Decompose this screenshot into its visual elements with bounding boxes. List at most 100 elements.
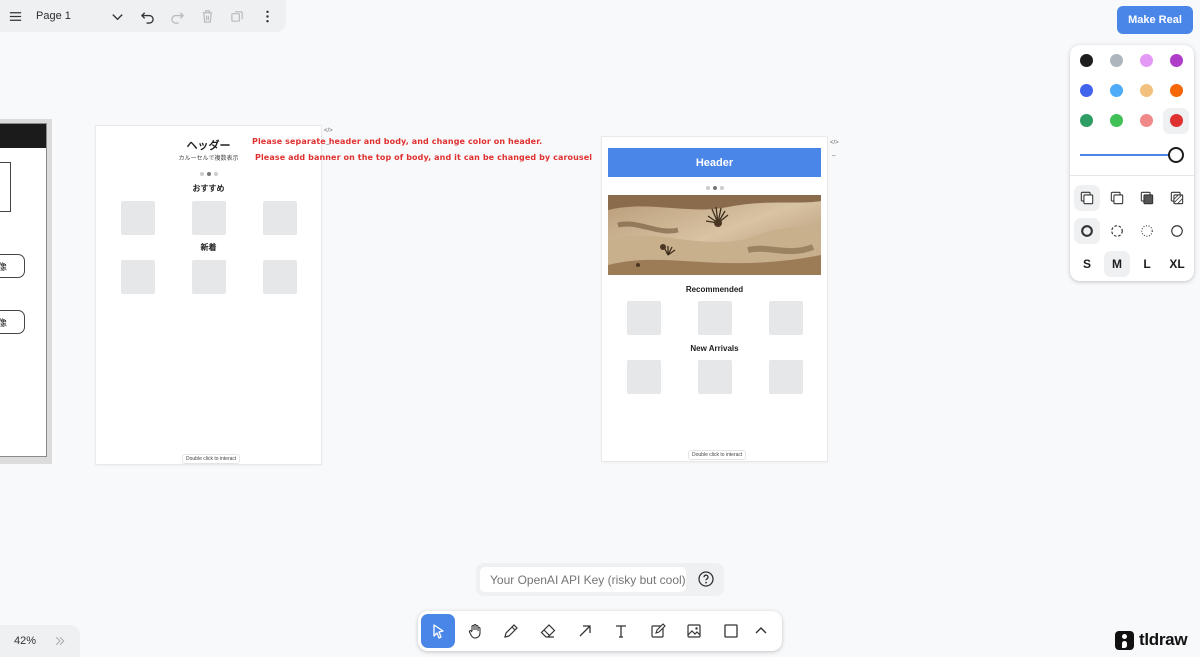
select-tool[interactable] bbox=[421, 614, 455, 648]
section-title: おすすめ bbox=[192, 184, 225, 193]
wireframe-card[interactable]: ヘッダー カルーセルで複数表示 おすすめ 新着 Double click to … bbox=[96, 126, 321, 464]
item-thumbnail bbox=[698, 360, 732, 394]
carousel-dot bbox=[214, 172, 218, 176]
item-thumbnail bbox=[627, 301, 661, 335]
page-menu-button[interactable] bbox=[102, 0, 132, 32]
main-menu-button[interactable] bbox=[0, 0, 30, 32]
more-vertical-icon bbox=[265, 10, 269, 22]
left-frame-box bbox=[0, 162, 11, 212]
delete-button[interactable] bbox=[192, 0, 222, 32]
trash-icon bbox=[202, 9, 212, 23]
left-frame-button: 像 bbox=[0, 254, 25, 278]
text-tool[interactable] bbox=[604, 614, 638, 648]
left-frame-button: 像 bbox=[0, 310, 25, 334]
link-icon[interactable]: ⇔ bbox=[831, 153, 837, 159]
zoom-level[interactable]: 42% bbox=[0, 635, 54, 647]
api-key-input[interactable] bbox=[480, 567, 686, 592]
size-xl-button[interactable]: XL bbox=[1164, 251, 1190, 277]
make-real-button[interactable]: Make Real bbox=[1117, 6, 1193, 34]
chevrons-right-icon[interactable] bbox=[54, 635, 66, 647]
fill-none-button[interactable] bbox=[1074, 185, 1100, 211]
section-title: New Arrivals bbox=[690, 344, 739, 353]
style-panel: S M L XL bbox=[1070, 45, 1194, 281]
page-name: Page 1 bbox=[36, 10, 71, 22]
double-click-hint: Double click to interact bbox=[182, 454, 241, 464]
code-icon[interactable]: </> bbox=[324, 128, 333, 134]
duplicate-button[interactable] bbox=[222, 0, 252, 32]
banner-image bbox=[608, 195, 821, 275]
dash-draw-icon bbox=[1081, 225, 1093, 237]
pencil-icon bbox=[504, 624, 518, 638]
hand-tool[interactable] bbox=[458, 614, 492, 648]
undo-button[interactable] bbox=[132, 0, 162, 32]
code-icon[interactable]: </> bbox=[830, 140, 839, 146]
hand-icon bbox=[468, 623, 481, 639]
dash-draw-button[interactable] bbox=[1074, 218, 1100, 244]
annotation-text[interactable]: Please separate header and body, and cha… bbox=[252, 137, 542, 146]
redo-button[interactable] bbox=[162, 0, 192, 32]
arrow-tool[interactable] bbox=[568, 614, 602, 648]
rectangle-tool[interactable] bbox=[714, 614, 748, 648]
fill-solid-button[interactable] bbox=[1134, 185, 1160, 211]
carousel-dots bbox=[706, 186, 724, 190]
color-swatch[interactable] bbox=[1080, 84, 1093, 97]
fill-solid-icon bbox=[1140, 191, 1154, 205]
carousel-dots bbox=[200, 172, 218, 176]
color-swatch[interactable] bbox=[1170, 84, 1183, 97]
color-swatch[interactable] bbox=[1170, 54, 1183, 67]
api-key-bar bbox=[476, 563, 724, 596]
item-thumbnail bbox=[192, 201, 226, 235]
dash-solid-button[interactable] bbox=[1164, 218, 1190, 244]
dash-dotted-icon bbox=[1141, 225, 1153, 237]
dash-dotted-button[interactable] bbox=[1134, 218, 1160, 244]
help-icon[interactable] bbox=[698, 571, 714, 587]
image-icon bbox=[687, 624, 701, 638]
annotation-text[interactable]: Please add banner on the top of body, an… bbox=[255, 153, 592, 162]
color-swatch[interactable] bbox=[1080, 54, 1093, 67]
brand-name: tldraw bbox=[1139, 630, 1188, 649]
hamburger-icon bbox=[9, 11, 21, 21]
color-swatch[interactable] bbox=[1140, 54, 1153, 67]
fill-semi-icon bbox=[1110, 191, 1124, 205]
color-swatch[interactable] bbox=[1170, 114, 1183, 127]
size-l-button[interactable]: L bbox=[1134, 251, 1160, 277]
item-thumbnail bbox=[769, 301, 803, 335]
carousel-dot bbox=[720, 186, 724, 190]
fill-none-icon bbox=[1080, 191, 1094, 205]
color-swatch[interactable] bbox=[1110, 54, 1123, 67]
item-thumbnail bbox=[121, 260, 155, 294]
section-title: 新着 bbox=[200, 243, 217, 252]
generated-card[interactable]: Header Recommended New Arrivals Double c… bbox=[602, 137, 827, 461]
arrow-icon bbox=[579, 625, 591, 637]
more-button[interactable] bbox=[252, 0, 282, 32]
dash-dashed-button[interactable] bbox=[1104, 218, 1130, 244]
double-click-hint: Double click to interact bbox=[688, 450, 747, 460]
tldraw-logo[interactable]: tldraw bbox=[1115, 630, 1188, 650]
tool-bar bbox=[418, 611, 782, 651]
draw-tool[interactable] bbox=[494, 614, 528, 648]
size-s-button[interactable]: S bbox=[1074, 251, 1100, 277]
color-swatch[interactable] bbox=[1110, 84, 1123, 97]
note-tool[interactable] bbox=[641, 614, 675, 648]
color-swatch[interactable] bbox=[1080, 114, 1093, 127]
undo-icon bbox=[140, 11, 154, 24]
fill-pattern-button[interactable] bbox=[1164, 185, 1190, 211]
more-tools-button[interactable] bbox=[746, 614, 776, 648]
dash-dashed-icon bbox=[1111, 225, 1123, 237]
section-title: Recommended bbox=[685, 285, 744, 294]
image-tool[interactable] bbox=[677, 614, 711, 648]
carousel-dot bbox=[706, 186, 710, 190]
item-thumbnail bbox=[627, 360, 661, 394]
fill-pattern-icon bbox=[1170, 191, 1184, 205]
opacity-slider-track[interactable] bbox=[1080, 154, 1176, 156]
color-swatch[interactable] bbox=[1140, 114, 1153, 127]
chevron-up-icon bbox=[755, 627, 767, 634]
size-m-button[interactable]: M bbox=[1104, 251, 1130, 277]
eraser-tool[interactable] bbox=[531, 614, 565, 648]
fill-semi-button[interactable] bbox=[1104, 185, 1130, 211]
color-swatch[interactable] bbox=[1110, 114, 1123, 127]
opacity-slider-thumb[interactable] bbox=[1168, 147, 1184, 163]
left-frame-shape[interactable]: 像 像 bbox=[0, 119, 52, 464]
text-icon bbox=[616, 625, 626, 638]
color-swatch[interactable] bbox=[1140, 84, 1153, 97]
